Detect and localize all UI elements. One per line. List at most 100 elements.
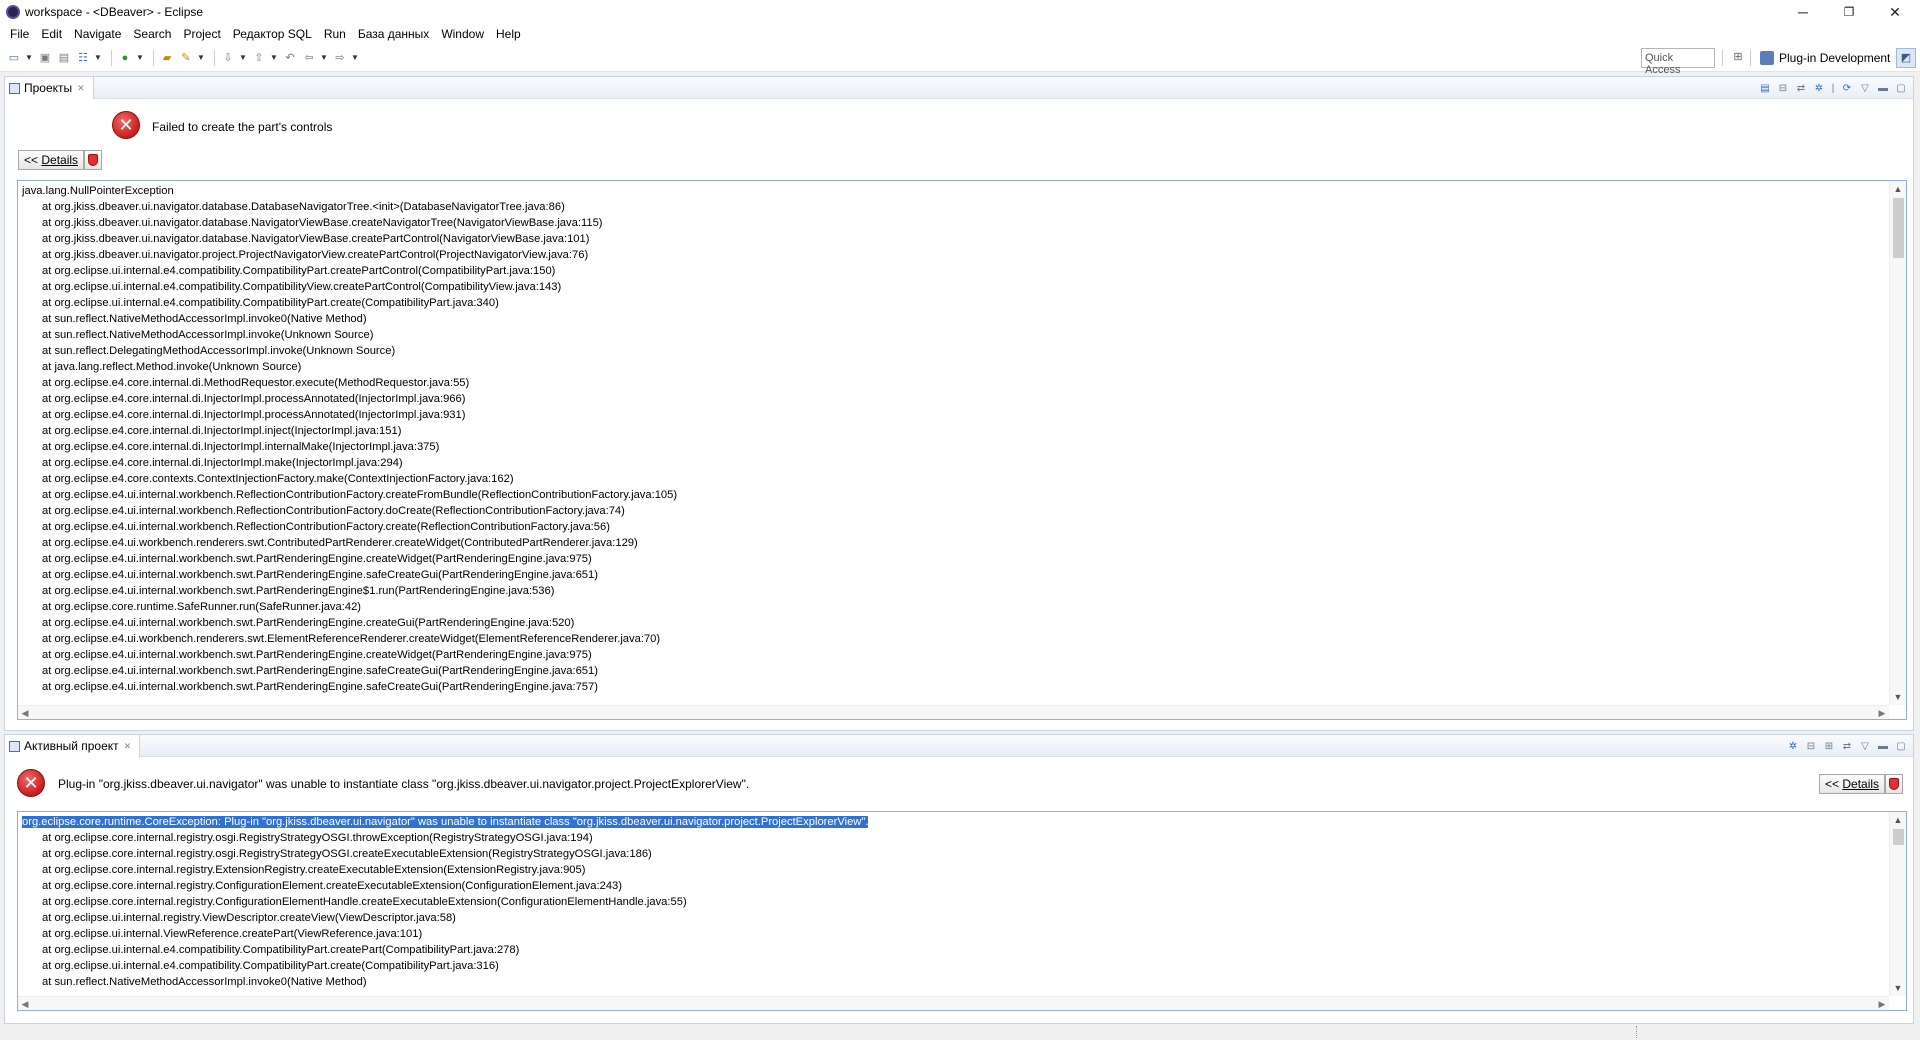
stack-trace-text[interactable]: java.lang.NullPointerException at org.jk… [17, 180, 1907, 720]
trace-exception-line: java.lang.NullPointerException [22, 185, 174, 197]
new-connection-icon[interactable]: ● [117, 50, 133, 66]
vertical-scrollbar[interactable]: ▲ ▼ [1889, 181, 1906, 705]
save-all-icon[interactable]: ▤ [56, 50, 72, 66]
trace-line: at org.eclipse.e4.core.internal.di.Metho… [42, 377, 470, 389]
trace-line: at org.eclipse.e4.ui.internal.workbench.… [42, 553, 592, 565]
new-icon[interactable]: ▭ [6, 50, 22, 66]
configure-icon[interactable]: ✲ [1811, 80, 1827, 96]
forward-icon[interactable]: ⇨ [332, 50, 348, 66]
scroll-down-icon[interactable]: ▼ [1890, 689, 1906, 705]
report-bug-button[interactable] [84, 150, 103, 170]
configure-icon[interactable]: ✲ [1785, 738, 1801, 754]
trace-line: at org.eclipse.e4.ui.internal.workbench.… [42, 617, 575, 629]
menu-database[interactable]: База данных [352, 24, 435, 44]
link-editor-icon[interactable]: ⇄ [1839, 738, 1855, 754]
trace-line: at org.eclipse.ui.internal.e4.compatibil… [42, 281, 562, 293]
trace-line: at org.eclipse.ui.internal.e4.compatibil… [42, 265, 556, 277]
scroll-up-icon[interactable]: ▲ [1890, 812, 1906, 828]
scroll-right-icon[interactable]: ▶ [1875, 997, 1889, 1010]
maximize-view-icon[interactable]: ▢ [1893, 738, 1909, 754]
menu-project[interactable]: Project [177, 24, 226, 44]
expand-all-icon[interactable]: ⊞ [1821, 738, 1837, 754]
sql-dropdown-icon[interactable]: ▼ [94, 53, 102, 62]
maximize-view-icon[interactable]: ▢ [1893, 80, 1909, 96]
scroll-thumb[interactable] [1893, 198, 1904, 258]
minimize-view-icon[interactable]: ▬ [1875, 738, 1891, 754]
menu-sql-editor[interactable]: Редактор SQL [227, 24, 318, 44]
details-button[interactable]: << Details [1819, 774, 1886, 794]
connection-dropdown-icon[interactable]: ▼ [136, 53, 144, 62]
menu-window[interactable]: Window [435, 24, 490, 44]
minimize-view-icon[interactable]: ▬ [1875, 80, 1891, 96]
details-controls: << Details [1819, 774, 1904, 794]
sql-editor-icon[interactable]: ☷ [75, 50, 91, 66]
close-tab-icon[interactable]: ✕ [77, 83, 85, 94]
open-folder-icon[interactable]: ▰ [159, 50, 175, 66]
save-icon[interactable]: ▣ [37, 50, 53, 66]
menu-help[interactable]: Help [490, 24, 527, 44]
back-dropdown-icon[interactable]: ▼ [320, 53, 328, 62]
restore-button[interactable]: ❐ [1826, 0, 1872, 24]
prev-annotation-icon[interactable]: ⇧ [251, 50, 267, 66]
status-grip [1636, 1026, 1639, 1038]
view-toolbar: ✲ ⊟ ⊞ ⇄ ▽ ▬ ▢ [1783, 738, 1909, 754]
last-edit-icon[interactable]: ↶ [282, 50, 298, 66]
dbeaver-perspective-icon[interactable]: ◩ [1896, 48, 1916, 68]
scroll-right-icon[interactable]: ▶ [1875, 706, 1889, 719]
menu-edit[interactable]: Edit [35, 24, 68, 44]
details-button[interactable]: << Details [18, 150, 85, 170]
tab-label: Активный проект [24, 739, 119, 753]
minimize-button[interactable]: ─ [1780, 0, 1826, 24]
bug-icon [88, 154, 99, 166]
trace-line: at org.eclipse.core.runtime.SafeRunner.r… [42, 601, 362, 613]
stack-trace-text[interactable]: org.eclipse.core.runtime.CoreException: … [17, 811, 1907, 1011]
horizontal-scrollbar[interactable]: ◀ ▶ [18, 705, 1889, 719]
scroll-thumb[interactable] [1893, 829, 1904, 845]
trace-line: at org.eclipse.ui.internal.e4.compatibil… [42, 944, 520, 956]
tab-active-project[interactable]: Активный проект ✕ [5, 735, 141, 757]
horizontal-scrollbar[interactable]: ◀ ▶ [18, 996, 1889, 1010]
scroll-down-icon[interactable]: ▼ [1890, 980, 1906, 996]
menu-run[interactable]: Run [318, 24, 352, 44]
scroll-left-icon[interactable]: ◀ [18, 706, 32, 719]
view-menu-dropdown-icon[interactable]: ▽ [1857, 738, 1873, 754]
menu-navigate[interactable]: Navigate [68, 24, 127, 44]
report-bug-button[interactable] [1885, 774, 1904, 794]
next-annotation-dropdown-icon[interactable]: ▼ [239, 53, 247, 62]
status-bar [0, 1024, 1920, 1040]
link-editor-icon[interactable]: ⇄ [1793, 80, 1809, 96]
new-dropdown-icon[interactable]: ▼ [25, 53, 33, 62]
menu-bar: File Edit Navigate Search Project Редакт… [0, 24, 1920, 44]
tools-icon[interactable]: ✎ [178, 50, 194, 66]
trace-line: at org.eclipse.e4.ui.internal.workbench.… [42, 585, 555, 597]
tools-dropdown-icon[interactable]: ▼ [197, 53, 205, 62]
collapse-all-icon[interactable]: ⊟ [1775, 80, 1791, 96]
trace-line: at sun.reflect.DelegatingMethodAccessorI… [42, 345, 396, 357]
tab-label: Проекты [24, 81, 73, 95]
tab-projects[interactable]: Проекты ✕ [5, 77, 94, 99]
view-menu-dropdown-icon[interactable]: ▽ [1857, 80, 1873, 96]
next-annotation-icon[interactable]: ⇩ [220, 50, 236, 66]
projects-tab-bar: Проекты ✕ ▤ ⊟ ⇄ ✲ | ⟳ ▽ ▬ ▢ [5, 77, 1913, 99]
menu-search[interactable]: Search [127, 24, 177, 44]
trace-line: at org.eclipse.ui.internal.e4.compatibil… [42, 960, 499, 972]
vertical-scrollbar[interactable]: ▲ ▼ [1889, 812, 1906, 996]
quick-access-input[interactable]: Quick Access [1641, 48, 1715, 76]
view-menu-icon[interactable]: ▤ [1757, 80, 1773, 96]
forward-dropdown-icon[interactable]: ▼ [351, 53, 359, 62]
scroll-up-icon[interactable]: ▲ [1890, 181, 1906, 197]
open-perspective-icon[interactable]: ⊞ [1730, 50, 1746, 66]
close-tab-icon[interactable]: ✕ [124, 741, 132, 752]
perspective-plugin-development[interactable]: Plug-in Development [1756, 47, 1894, 69]
collapse-all-icon[interactable]: ⊟ [1803, 738, 1819, 754]
eclipse-logo-icon [6, 5, 20, 19]
scroll-left-icon[interactable]: ◀ [18, 997, 32, 1010]
close-button[interactable]: ✕ [1872, 0, 1918, 24]
error-message: Plug-in "org.jkiss.dbeaver.ui.navigator"… [58, 777, 750, 791]
back-icon[interactable]: ⇦ [301, 50, 317, 66]
prev-annotation-dropdown-icon[interactable]: ▼ [270, 53, 278, 62]
trace-line: at org.eclipse.e4.ui.internal.workbench.… [42, 521, 610, 533]
main-toolbar: ▭ ▼ ▣ ▤ ☷ ▼ ● ▼ ▰ ✎ ▼ ⇩ ▼ ⇧ ▼ ↶ ⇦ ▼ ⇨ ▼ Quick Ac… [0, 44, 1920, 76]
sync-icon[interactable]: ⟳ [1839, 80, 1855, 96]
menu-file[interactable]: File [4, 24, 35, 44]
